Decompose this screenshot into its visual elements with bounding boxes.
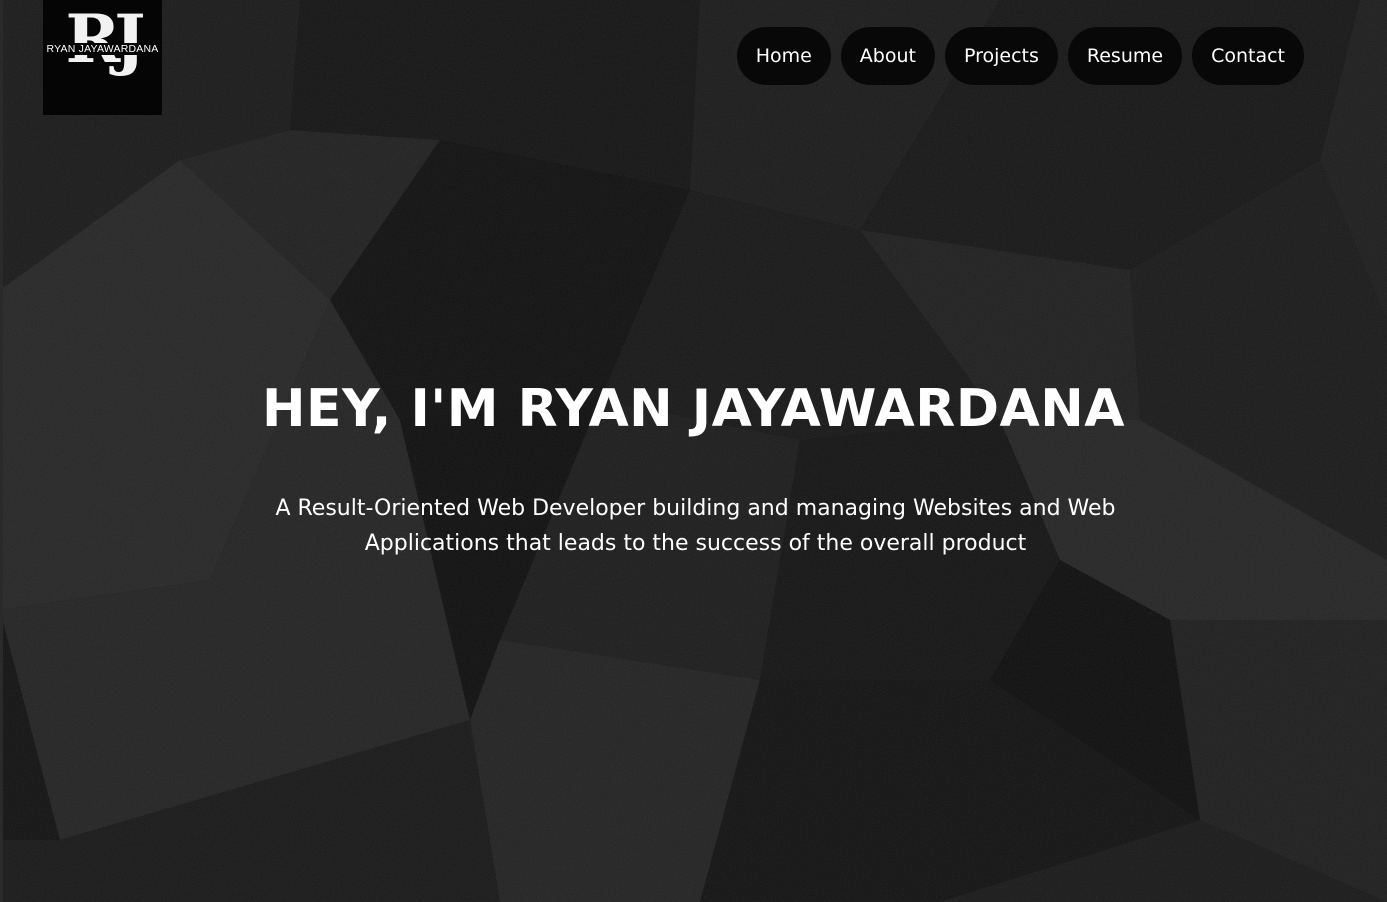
main-nav: Home About Projects Resume Contact xyxy=(736,27,1304,85)
background-pattern xyxy=(0,0,1387,902)
nav-projects-button[interactable]: Projects xyxy=(944,27,1058,85)
logo-name: RYAN JAYAWARDANA xyxy=(46,43,159,55)
page: RJ RYAN JAYAWARDANA Home About Projects … xyxy=(0,0,1387,902)
window-edge xyxy=(0,0,3,902)
nav-contact-button[interactable]: Contact xyxy=(1192,27,1304,85)
hero-title: HEY, I'M RYAN JAYAWARDANA xyxy=(262,379,1125,439)
logo-monogram: RJ xyxy=(65,0,145,78)
nav-home-button[interactable]: Home xyxy=(736,27,831,85)
nav-resume-button[interactable]: Resume xyxy=(1067,27,1183,85)
hero-subtitle: A Result-Oriented Web Developer building… xyxy=(275,496,1116,556)
site-logo[interactable]: RJ RYAN JAYAWARDANA xyxy=(43,0,162,115)
nav-about-button[interactable]: About xyxy=(840,27,935,85)
